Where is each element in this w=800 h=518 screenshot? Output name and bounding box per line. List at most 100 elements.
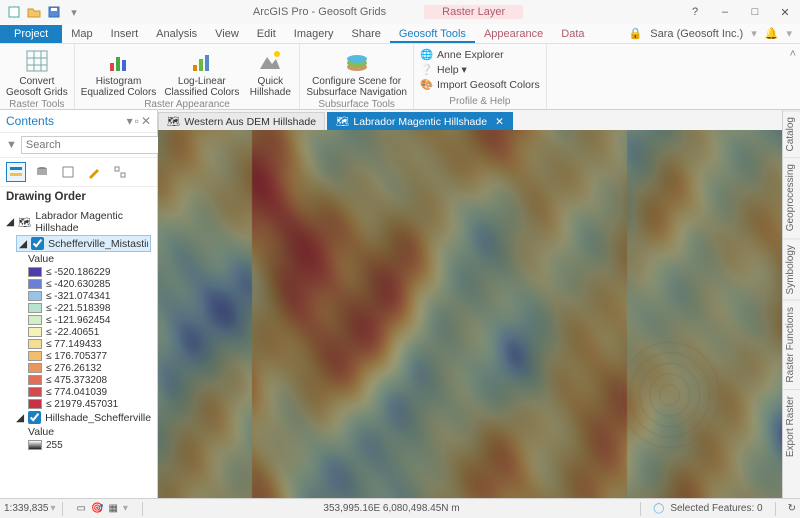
contents-title: Contents	[6, 114, 54, 128]
help-button[interactable]: ?	[680, 0, 710, 24]
legend-row: ≤ -22.40651	[28, 326, 151, 338]
panel-menu-icon[interactable]: ▾	[127, 114, 133, 128]
qat-new-icon[interactable]	[6, 4, 22, 20]
loglinear-icon	[189, 48, 215, 74]
panel-close-icon[interactable]: ✕	[141, 114, 151, 128]
context-title: Raster Layer	[424, 5, 523, 19]
drawing-order-label: Drawing Order	[0, 187, 157, 207]
right-dock: Catalog Geoprocessing Symbology Raster F…	[782, 110, 800, 498]
grid-icon	[24, 48, 50, 74]
selection-icon: ◯	[653, 503, 664, 514]
value-label: Value	[28, 252, 151, 266]
layer-a-checkbox[interactable]	[31, 237, 44, 250]
maximize-button[interactable]: □	[740, 0, 770, 24]
tab-data[interactable]: Data	[552, 25, 593, 43]
vtab-catalog[interactable]: Catalog	[783, 110, 800, 157]
list-by-snapping-icon[interactable]	[110, 162, 130, 182]
tab-edit[interactable]: Edit	[248, 25, 285, 43]
status-grid-icon[interactable]: ▦	[108, 503, 117, 514]
help-menu-button[interactable]: ❔Help ▾	[420, 63, 540, 76]
legend-row: ≤ -121.962454	[28, 314, 151, 326]
ribbon-tabs: Project Map Insert Analysis View Edit Im…	[0, 24, 800, 44]
vtab-raster-functions[interactable]: Raster Functions	[783, 300, 800, 389]
tab-appearance[interactable]: Appearance	[475, 25, 552, 43]
collapse-icon[interactable]: ◢	[19, 238, 27, 250]
legend-row: ≤ -221.518398	[28, 302, 151, 314]
tab-imagery[interactable]: Imagery	[285, 25, 343, 43]
vtab-geoprocessing[interactable]: Geoprocessing	[783, 157, 800, 237]
filter-icon[interactable]: ▼	[6, 139, 17, 151]
collapse-icon[interactable]: ◢	[6, 216, 14, 228]
qat-open-icon[interactable]	[26, 4, 42, 20]
palette-icon: 🎨	[420, 78, 433, 91]
layer-a-item[interactable]: ◢ Schefferville_Mistastin_Batholi	[16, 235, 151, 252]
map-frame-item[interactable]: ◢ 🗺 Labrador Magentic Hillshade	[6, 209, 151, 235]
help-icon: ❔	[420, 63, 433, 76]
import-colors-button[interactable]: 🎨Import Geosoft Colors	[420, 78, 540, 91]
scale-value[interactable]: 1:339,835	[4, 503, 49, 514]
histogram-eq-button[interactable]: Histogram Equalized Colors	[81, 46, 157, 98]
map-icon: 🗺	[18, 216, 31, 229]
loglinear-button[interactable]: Log-Linear Classified Colors	[164, 46, 239, 98]
legend-row: ≤ 774.041039	[28, 386, 151, 398]
tab-project[interactable]: Project	[0, 25, 62, 43]
user-name[interactable]: Sara (Geosoft Inc.)	[650, 28, 743, 40]
tab-share[interactable]: Share	[343, 25, 390, 43]
legend-b-row: 255	[28, 439, 151, 451]
status-bar: 1:339,835 ▾ ▭ 🎯 ▦ ▾ 353,995.16E 6,080,49…	[0, 498, 800, 518]
convert-grids-button[interactable]: Convert Geosoft Grids	[6, 46, 68, 98]
legend-row: ≤ -520.186229	[28, 266, 151, 278]
ribbon-collapse-icon[interactable]: ˄	[790, 48, 796, 60]
list-by-drawing-icon[interactable]	[6, 162, 26, 182]
quick-hillshade-button[interactable]: Quick Hillshade	[247, 46, 293, 98]
tab-view[interactable]: View	[206, 25, 248, 43]
lock-icon: 🔒	[629, 27, 643, 40]
status-refresh-icon[interactable]: ↻	[788, 503, 796, 514]
legend-row: ≤ 77.149433	[28, 338, 151, 350]
legend-row: ≤ 475.373208	[28, 374, 151, 386]
vtab-export-raster[interactable]: Export Raster	[783, 389, 800, 463]
panel-pin-icon[interactable]: ▫	[135, 114, 139, 128]
scene-icon	[344, 48, 370, 74]
list-by-selection-icon[interactable]	[58, 162, 78, 182]
qat-dropdown-icon[interactable]: ▾	[66, 4, 82, 20]
legend-row: ≤ 276.26132	[28, 362, 151, 374]
vtab-symbology[interactable]: Symbology	[783, 238, 800, 300]
selected-features: Selected Features: 0	[670, 503, 762, 514]
layer-b-item[interactable]: ◢ Hillshade_Schefferville_Mistast	[16, 410, 151, 425]
search-input[interactable]	[21, 136, 173, 154]
globe-icon: 🌐	[420, 48, 433, 61]
coords-value: 353,995.16E 6,080,498.45N m	[149, 503, 634, 514]
tab-map[interactable]: Map	[62, 25, 101, 43]
doc-tab-labrador[interactable]: 🗺 Labrador Magentic Hillshade ✕	[327, 112, 513, 130]
doc-tab-western[interactable]: 🗺 Western Aus DEM Hillshade	[158, 112, 325, 130]
legend-row: ≤ 21979.457031	[28, 398, 151, 410]
list-by-editing-icon[interactable]	[84, 162, 104, 182]
ribbon: Convert Geosoft Grids Raster Tools Histo…	[0, 44, 800, 110]
collapse-icon[interactable]: ◢	[16, 412, 24, 424]
minimize-button[interactable]: –	[710, 0, 740, 24]
map-icon: 🗺	[336, 115, 349, 128]
status-rotate-icon[interactable]: 🎯	[91, 503, 103, 514]
notifications-icon[interactable]: 🔔	[765, 27, 779, 40]
tab-geosoft-tools[interactable]: Geosoft Tools	[390, 25, 475, 43]
configure-scene-button[interactable]: Configure Scene for Subsurface Navigatio…	[306, 46, 407, 98]
qat-save-icon[interactable]	[46, 4, 62, 20]
legend-row: ≤ -321.074341	[28, 290, 151, 302]
close-button[interactable]: ✕	[770, 0, 800, 24]
histogram-icon	[106, 48, 132, 74]
tab-close-icon[interactable]: ✕	[495, 116, 504, 128]
legend-row: ≤ -420.630285	[28, 278, 151, 290]
layer-b-checkbox[interactable]	[28, 411, 41, 424]
status-pause-icon[interactable]: ▭	[77, 503, 86, 514]
tab-analysis[interactable]: Analysis	[147, 25, 206, 43]
contents-panel: Contents ▾ ▫ ✕ ▼ 🔍 Drawing Order ◢ 🗺 Lab…	[0, 110, 158, 498]
hillshade-icon	[257, 48, 283, 74]
map-canvas[interactable]	[158, 130, 782, 498]
list-by-source-icon[interactable]	[32, 162, 52, 182]
tab-insert[interactable]: Insert	[102, 25, 148, 43]
title-bar: ▾ ArcGIS Pro - Geosoft Grids Raster Laye…	[0, 0, 800, 24]
app-title: ArcGIS Pro - Geosoft Grids	[245, 5, 394, 19]
map-icon: 🗺	[167, 115, 180, 128]
anne-explorer-button[interactable]: 🌐Anne Explorer	[420, 48, 540, 61]
